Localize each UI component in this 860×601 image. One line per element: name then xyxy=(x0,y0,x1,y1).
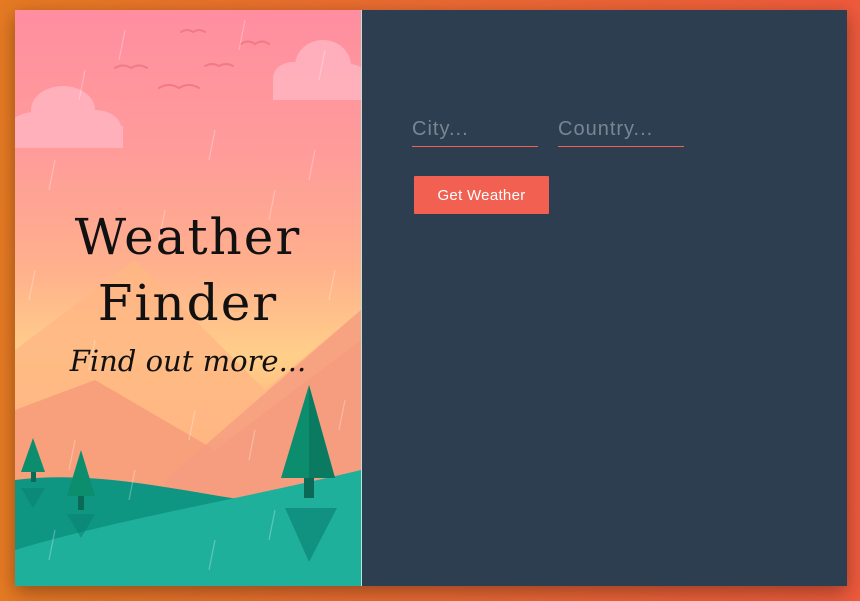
city-input[interactable] xyxy=(412,112,538,147)
hero-panel: Weather Finder Find out more... xyxy=(15,10,362,586)
hero-title-line1: Weather xyxy=(74,208,302,266)
cloud-left-icon xyxy=(15,86,123,148)
cloud-right-icon xyxy=(273,40,361,100)
form-panel: Get Weather xyxy=(362,10,847,586)
birds-icon xyxy=(114,29,270,90)
get-weather-button[interactable]: Get Weather xyxy=(414,176,549,214)
country-input[interactable] xyxy=(558,112,684,147)
app-card: Weather Finder Find out more... Get Weat… xyxy=(15,10,847,586)
hero-title-line2: Finder xyxy=(97,274,279,332)
hero-subtitle: Find out more... xyxy=(69,344,307,378)
page-background: { "hero": { "title_line1": "Weather", "t… xyxy=(0,0,860,601)
